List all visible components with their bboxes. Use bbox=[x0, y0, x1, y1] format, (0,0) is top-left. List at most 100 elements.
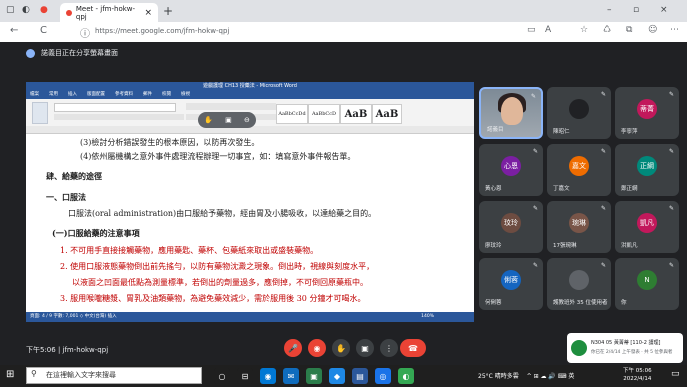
word-menu-item: 檢視 bbox=[181, 92, 190, 97]
url-text[interactable]: https://meet.google.com/jfm-hokw-qpj bbox=[95, 27, 229, 35]
tab-actions-icon[interactable]: ◐ bbox=[22, 5, 30, 15]
new-tab-icon[interactable]: + bbox=[163, 4, 173, 18]
word-menu-item: 郵件 bbox=[143, 92, 152, 97]
taskbar-clock[interactable]: 下午 05:06 2022/4/14 bbox=[623, 367, 652, 383]
doc-line: 以液面之凹面最低點為測量標準，若倒出的劑量過多，應倒掉，不可倒回原藥瓶中。 bbox=[72, 278, 368, 287]
tray-icons[interactable]: ^ ⊞ ☁ 🔊 ⌨ 英 bbox=[527, 373, 575, 380]
present-button[interactable]: ▣ bbox=[356, 339, 374, 357]
task-view-icon[interactable]: ○ bbox=[214, 368, 230, 384]
status-text: 頁面: 4 / 9 字數: 7,001 ◇ 中文(台灣) 插入 bbox=[30, 314, 117, 319]
participant-tile[interactable]: 琬琳 ✎ 17張琬琳 bbox=[547, 201, 611, 253]
camera-button[interactable]: ◉ bbox=[308, 339, 326, 357]
tab-actions-icon[interactable]: ▢ bbox=[6, 5, 15, 15]
mic-button[interactable]: 🎤 bbox=[284, 339, 302, 357]
tab-close-icon[interactable]: × bbox=[144, 8, 152, 18]
style-heading2: AaB bbox=[372, 104, 402, 124]
word-menu-item: 參考資料 bbox=[115, 92, 133, 97]
windows-start-icon[interactable]: ⊞ bbox=[6, 369, 14, 380]
collections-icon[interactable]: ⧉ bbox=[626, 25, 632, 35]
search-icon: ⚲ bbox=[31, 369, 37, 378]
info-icon[interactable]: ⓘ bbox=[80, 25, 90, 40]
word-icon[interactable]: ▤ bbox=[352, 368, 368, 384]
edge-icon[interactable]: ◉ bbox=[260, 368, 276, 384]
participant-tile[interactable]: 正綱 ✎ 鄭正綱 bbox=[615, 144, 679, 196]
tab-title: Meet - jfm-hokw-qpj bbox=[75, 4, 136, 21]
favorites-icon[interactable]: ♺ bbox=[603, 25, 611, 35]
doc-line: 口服法(oral administration)由口服給予藥物，經由胃及小腸吸收… bbox=[68, 209, 377, 218]
zoom-level: 140% bbox=[421, 314, 434, 319]
minimize-icon[interactable]: – bbox=[607, 5, 612, 15]
meet-app-icon bbox=[571, 340, 587, 356]
participant-tile[interactable]: 玟玲 ✎ 廖玟玲 bbox=[479, 201, 543, 253]
participant-tile[interactable]: ✎ 陳昭仁 bbox=[547, 87, 611, 139]
minimize-icon[interactable]: ⊖ bbox=[244, 116, 250, 124]
recording-icon: ● bbox=[40, 5, 48, 15]
store-icon[interactable]: ◆ bbox=[329, 368, 345, 384]
mic-muted-icon: ✎ bbox=[532, 262, 538, 269]
participant-tile[interactable]: N ✎ 你 bbox=[615, 258, 679, 310]
maximize-icon[interactable]: ▫ bbox=[633, 5, 639, 15]
presenting-text: 諾義目正在分享螢幕畫面 bbox=[41, 49, 118, 57]
meet-icon[interactable]: ◐ bbox=[398, 368, 414, 384]
participant-tile[interactable]: ✎ 護教班外 35 位使用者 bbox=[547, 258, 611, 310]
notification-toast[interactable]: N304 05 黃菁蒂 [110-2 護理] 你已在 2/4/14 上午發表 ·… bbox=[567, 333, 683, 363]
raise-hand-button[interactable]: ✋ bbox=[332, 339, 350, 357]
participant-tile[interactable]: 蒂菁 ✎ 李寧萍 bbox=[615, 87, 679, 139]
read-aloud-icon[interactable]: A bbox=[545, 25, 551, 35]
notification-title: N304 05 黃菁蒂 [110-2 護理] bbox=[591, 340, 661, 346]
style-normal: AaBbCcDd bbox=[276, 104, 308, 124]
participant-tile[interactable]: 俐蓉 ✎ 何俐蓉 bbox=[479, 258, 543, 310]
mic-muted-icon: ✎ bbox=[668, 262, 674, 269]
weather-text[interactable]: 25°C 晴時多雲 bbox=[478, 373, 519, 380]
widgets-icon[interactable]: ⊟ bbox=[237, 368, 253, 384]
browser-tab[interactable]: Meet - jfm-hokw-qpj × bbox=[60, 3, 158, 22]
mic-muted-icon: ✎ bbox=[668, 205, 674, 212]
clock-time: 下午 05:06 bbox=[623, 368, 652, 374]
presenter-avatar-icon bbox=[26, 48, 35, 58]
meeting-info: 下午5:06 | jfm-hokw-qpj bbox=[26, 346, 109, 354]
presenter-float-controls: ✋ ▣ ⊖ bbox=[198, 112, 256, 128]
chrome-icon[interactable]: ◎ bbox=[375, 368, 391, 384]
cast-icon[interactable]: ▭ bbox=[527, 25, 536, 35]
participant-name: 護教班外 35 位使用者 bbox=[553, 300, 608, 306]
mail-icon[interactable]: ✉ bbox=[283, 368, 299, 384]
meet-favicon-icon bbox=[66, 9, 72, 16]
profile-icon[interactable]: ☺ bbox=[648, 25, 657, 35]
close-window-icon[interactable]: × bbox=[660, 5, 668, 15]
favorite-icon[interactable]: ☆ bbox=[580, 25, 588, 35]
participant-tile[interactable]: ✎ 諾義目 bbox=[479, 87, 543, 139]
participant-name: 何俐蓉 bbox=[485, 300, 502, 306]
screen-icon[interactable]: ▣ bbox=[225, 116, 232, 124]
more-menu-icon[interactable]: ⋯ bbox=[670, 25, 679, 35]
mic-muted-icon: ✎ bbox=[532, 205, 538, 212]
style-heading1: AaB bbox=[340, 104, 372, 124]
back-arrow-icon[interactable]: ← bbox=[10, 25, 18, 36]
participant-avatar: 俐蓉 bbox=[501, 270, 521, 290]
presenting-banner: 諾義目正在分享螢幕畫面 bbox=[26, 48, 118, 58]
style-nospacing: AaBbCcD bbox=[308, 104, 340, 124]
participant-name: 李寧萍 bbox=[621, 129, 638, 135]
mic-muted-icon: ✎ bbox=[600, 148, 606, 155]
participant-name: 鄭正綱 bbox=[621, 186, 638, 192]
participant-tile[interactable]: 凱凡 ✎ 洪凱凡 bbox=[615, 201, 679, 253]
participant-name: 陳昭仁 bbox=[553, 129, 570, 135]
participant-avatar: 蒂菁 bbox=[637, 99, 657, 119]
paste-icon bbox=[32, 102, 48, 124]
document-body: (3)檢討分析錯誤發生的根本原因，以防再次發生。 (4)依州屬機構之意外事件處理… bbox=[36, 136, 466, 306]
excel-icon[interactable]: ▣ bbox=[306, 368, 322, 384]
notification-center-icon[interactable]: ▭ bbox=[671, 369, 680, 379]
format-buttons bbox=[54, 114, 184, 120]
refresh-icon[interactable]: C bbox=[40, 25, 47, 36]
participant-avatar: 正綱 bbox=[637, 156, 657, 176]
hand-icon[interactable]: ✋ bbox=[204, 116, 213, 124]
doc-heading: 肆、給藥的途徑 bbox=[46, 171, 102, 181]
doc-line: 1. 不可用手直接接觸藥物，應用藥匙、藥杯、包藥紙來取出或盛裝藥物。 bbox=[60, 246, 319, 255]
word-menu-item: 檔案 bbox=[30, 92, 39, 97]
participant-avatar: 心恩 bbox=[501, 156, 521, 176]
more-options-button[interactable]: ⋮ bbox=[380, 339, 398, 357]
hangup-button[interactable]: ☎ bbox=[400, 339, 426, 357]
participant-tile[interactable]: 心恩 ✎ 黃心恩 bbox=[479, 144, 543, 196]
participant-name: 諾義目 bbox=[487, 127, 504, 133]
participant-tile[interactable]: 嘉文 ✎ 丁嘉文 bbox=[547, 144, 611, 196]
search-placeholder: 在這裡輸入文字來搜尋 bbox=[46, 371, 116, 379]
